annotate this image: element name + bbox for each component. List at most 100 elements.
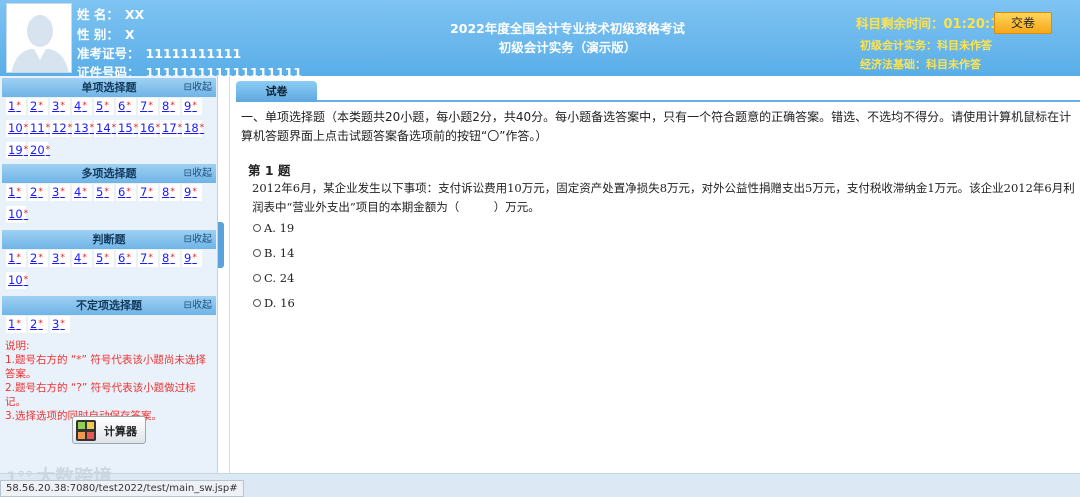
unanswered-marker: *	[38, 319, 43, 329]
question-link-number: 1	[8, 99, 16, 113]
question-link-number: 2	[30, 99, 38, 113]
question-link[interactable]: 9*	[182, 98, 202, 115]
option-c[interactable]: C. 24	[253, 271, 294, 285]
question-link[interactable]: 7*	[138, 184, 158, 201]
note-line: 2.题号右方的 “?” 符号代表该小题做过标记。	[5, 382, 196, 408]
option-d[interactable]: D. 16	[253, 296, 295, 310]
unanswered-marker: *	[170, 101, 175, 111]
question-link[interactable]: 2*	[28, 250, 48, 267]
note-title: 说明:	[5, 340, 30, 352]
unanswered-marker: *	[60, 101, 65, 111]
question-link-number: 7	[140, 251, 148, 265]
unanswered-marker: *	[170, 253, 175, 263]
option-label: A. 19	[264, 221, 295, 235]
question-link-number: 12	[52, 121, 67, 135]
subject-status: ：科目未作答	[926, 39, 992, 52]
question-link[interactable]: 1*	[6, 98, 26, 115]
collapse-toggle[interactable]: ⊟收起	[184, 230, 212, 249]
question-link[interactable]: 3*	[50, 184, 70, 201]
submit-exam-button[interactable]: 交卷	[994, 12, 1052, 34]
question-link[interactable]: 3*	[50, 250, 70, 267]
question-link-number: 7	[140, 99, 148, 113]
collapse-toggle[interactable]: ⊟收起	[184, 164, 212, 183]
question-link[interactable]: 6*	[116, 184, 136, 201]
unanswered-marker: *	[192, 187, 197, 197]
question-link-number: 5	[96, 99, 104, 113]
question-link[interactable]: 14*	[94, 120, 116, 137]
subject-status: ：科目未作答	[915, 58, 981, 71]
question-link[interactable]: 18*	[182, 120, 205, 137]
question-link[interactable]: 8*	[160, 98, 180, 115]
question-link[interactable]: 12*	[50, 120, 72, 137]
question-link-number: 15	[118, 121, 133, 135]
question-link[interactable]: 7*	[138, 98, 158, 115]
question-link[interactable]: 6*	[116, 98, 136, 115]
question-link[interactable]: 6*	[116, 250, 136, 267]
unanswered-marker: *	[199, 123, 205, 133]
unanswered-marker: *	[148, 253, 153, 263]
question-link[interactable]: 8*	[160, 250, 180, 267]
unanswered-marker: *	[82, 253, 87, 263]
question-link[interactable]: 11*	[28, 120, 50, 137]
collapse-toggle[interactable]: ⊟收起	[184, 296, 212, 315]
question-link-number: 10	[8, 273, 23, 287]
radio-button[interactable]	[253, 299, 261, 307]
question-link-number: 5	[96, 251, 104, 265]
question-link[interactable]: 3*	[50, 316, 70, 333]
question-link[interactable]: 19*	[6, 142, 28, 159]
exam-title: 2022年度全国会计专业技术初级资格考试	[450, 21, 685, 36]
question-link-number: 2	[30, 317, 38, 331]
question-link-number: 17	[162, 121, 177, 135]
unanswered-marker: *	[16, 187, 21, 197]
question-link[interactable]: 10*	[6, 120, 28, 137]
question-link[interactable]: 5*	[94, 98, 114, 115]
question-link[interactable]: 2*	[28, 98, 48, 115]
radio-button[interactable]	[253, 274, 261, 282]
question-link[interactable]: 10*	[6, 206, 28, 223]
question-link[interactable]: 8*	[160, 184, 180, 201]
section-title: 判断题	[92, 233, 126, 246]
question-link-number: 19	[8, 143, 23, 157]
name-label: 姓 名：	[77, 7, 119, 22]
unanswered-marker: *	[82, 101, 87, 111]
tab-paper[interactable]: 试卷	[236, 81, 317, 102]
unanswered-marker: *	[38, 253, 43, 263]
radio-button[interactable]	[253, 249, 261, 257]
radio-button[interactable]	[253, 224, 261, 232]
question-link[interactable]: 15*	[116, 120, 138, 137]
panel-divider	[229, 76, 230, 473]
question-link[interactable]: 1*	[6, 184, 26, 201]
subject-status-accounting: 初级会计实务：科目未作答	[860, 37, 992, 53]
question-link[interactable]: 13*	[72, 120, 94, 137]
question-link[interactable]: 7*	[138, 250, 158, 267]
sidebar-toggle-handle[interactable]	[218, 222, 224, 268]
question-link[interactable]: 16*	[138, 120, 160, 137]
question-link[interactable]: 9*	[182, 250, 202, 267]
option-b[interactable]: B. 14	[253, 246, 294, 260]
question-link[interactable]: 20*	[28, 142, 50, 159]
candidate-photo	[6, 3, 72, 73]
unanswered-marker: *	[16, 319, 21, 329]
question-link[interactable]: 4*	[72, 98, 92, 115]
question-link[interactable]: 10*	[6, 272, 28, 289]
question-link[interactable]: 5*	[94, 250, 114, 267]
question-link[interactable]: 4*	[72, 184, 92, 201]
question-link[interactable]: 4*	[72, 250, 92, 267]
question-link[interactable]: 3*	[50, 98, 70, 115]
name-value: XX	[124, 7, 145, 22]
unanswered-marker: *	[192, 101, 197, 111]
question-link[interactable]: 2*	[28, 316, 48, 333]
question-link[interactable]: 17*	[160, 120, 182, 137]
unanswered-marker: *	[82, 187, 87, 197]
question-link[interactable]: 2*	[28, 184, 48, 201]
question-link[interactable]: 9*	[182, 184, 202, 201]
question-link-number: 6	[118, 185, 126, 199]
question-link[interactable]: 1*	[6, 316, 26, 333]
question-link[interactable]: 5*	[94, 184, 114, 201]
question-link-number: 1	[8, 251, 16, 265]
calculator-button[interactable]: 计算器	[72, 416, 146, 444]
question-link[interactable]: 1*	[6, 250, 26, 267]
collapse-toggle[interactable]: ⊟收起	[184, 78, 212, 97]
question-link-number: 4	[74, 185, 82, 199]
option-a[interactable]: A. 19	[253, 221, 294, 235]
